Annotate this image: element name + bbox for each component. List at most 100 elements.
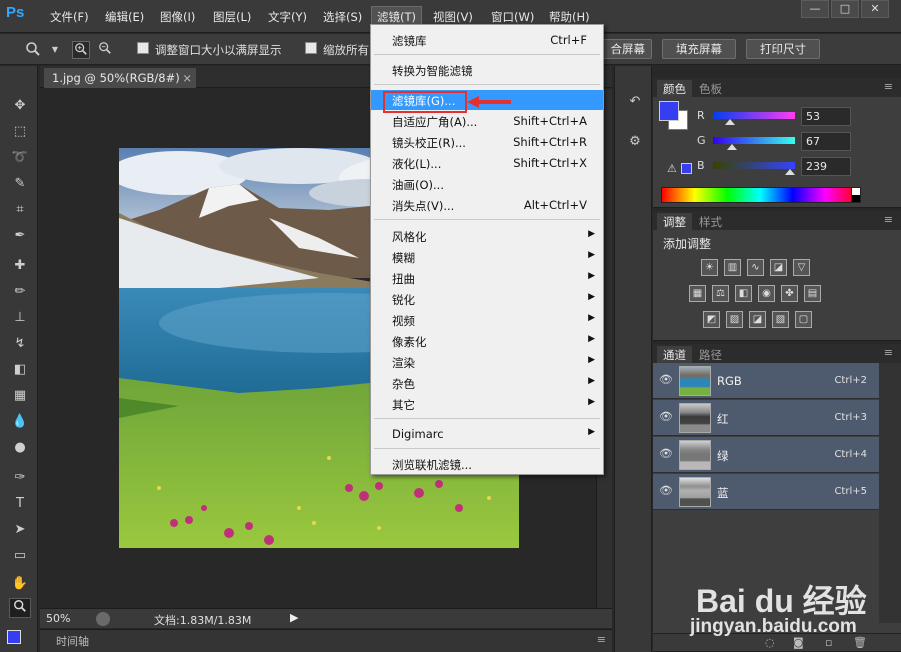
color-spectrum-bar[interactable]	[661, 187, 859, 203]
channel-row-blue[interactable]: 👁 蓝 Ctrl+5	[653, 474, 879, 510]
menu-select[interactable]: 选择(S)	[323, 9, 362, 25]
zoom-tool-selected-icon[interactable]	[9, 598, 31, 618]
gamut-warning-icon[interactable]: ⚠	[667, 162, 677, 175]
channel-mixer-icon[interactable]: ✤	[781, 285, 798, 302]
lasso-tool-icon[interactable]: ➰	[9, 148, 31, 168]
zoom-level[interactable]: 50%	[46, 612, 70, 625]
status-info-icon[interactable]	[96, 612, 110, 626]
pen-tool-icon[interactable]: ✑	[9, 468, 31, 488]
document-tab[interactable]: 1.jpg @ 50%(RGB/8#) ×	[44, 68, 196, 88]
color-lookup-icon[interactable]: ▤	[804, 285, 821, 302]
color-balance-icon[interactable]: ⚖	[712, 285, 729, 302]
filter-menu-item-browse-online[interactable]: 浏览联机滤镜...	[371, 454, 603, 474]
green-slider-thumb[interactable]	[727, 144, 737, 150]
filter-menu-item-sharpen[interactable]: 锐化 ▶	[371, 289, 603, 309]
minimize-button[interactable]: —	[801, 0, 829, 18]
filter-menu-item-distort[interactable]: 扭曲 ▶	[371, 268, 603, 288]
type-tool-icon[interactable]: T	[9, 494, 31, 514]
red-value-field[interactable]: 53	[801, 107, 851, 126]
menu-help[interactable]: 帮助(H)	[549, 9, 590, 25]
filter-menu-item-video[interactable]: 视频 ▶	[371, 310, 603, 330]
dodge-tool-icon[interactable]: ●	[9, 438, 31, 458]
tab-color[interactable]: 颜色	[657, 80, 692, 97]
hue-saturation-icon[interactable]: ▦	[689, 285, 706, 302]
healing-brush-tool-icon[interactable]: ✚	[9, 256, 31, 276]
filter-menu-item-vanishing-point[interactable]: 消失点(V)... Alt+Ctrl+V	[371, 195, 603, 215]
filter-menu-item-noise[interactable]: 杂色 ▶	[371, 373, 603, 393]
menu-view[interactable]: 视图(V)	[433, 9, 473, 25]
visibility-eye-icon[interactable]: 👁	[659, 447, 673, 461]
filter-menu-item-stylize[interactable]: 风格化 ▶	[371, 226, 603, 246]
green-value-field[interactable]: 67	[801, 132, 851, 151]
invert-icon[interactable]: ◩	[703, 311, 720, 328]
filter-menu-item-last-filter[interactable]: 滤镜库 Ctrl+F	[371, 30, 603, 50]
brightness-contrast-icon[interactable]: ☀	[701, 259, 718, 276]
move-tool-icon[interactable]: ✥	[9, 96, 31, 116]
tab-channels[interactable]: 通道	[657, 346, 692, 363]
print-size-button[interactable]: 打印尺寸	[746, 39, 820, 59]
menu-image[interactable]: 图像(I)	[160, 9, 195, 25]
filter-menu-item-digimarc[interactable]: Digimarc ▶	[371, 424, 603, 444]
channel-row-rgb[interactable]: 👁 RGB Ctrl+2	[653, 363, 879, 399]
menu-type[interactable]: 文字(Y)	[268, 9, 307, 25]
levels-icon[interactable]: ▥	[724, 259, 741, 276]
adjustments-panel-menu-icon[interactable]: ≡	[884, 213, 893, 226]
menu-file[interactable]: 文件(F)	[50, 9, 89, 25]
quick-selection-tool-icon[interactable]: ✎	[9, 174, 31, 194]
blue-slider-track[interactable]	[713, 162, 795, 169]
timeline-tab[interactable]: 时间轴	[56, 633, 89, 649]
clone-stamp-tool-icon[interactable]: ⊥	[9, 308, 31, 328]
filter-menu-item-liquify[interactable]: 液化(L)... Shift+Ctrl+X	[371, 153, 603, 173]
filter-menu-item-blur[interactable]: 模糊 ▶	[371, 247, 603, 267]
vibrance-icon[interactable]: ▽	[793, 259, 810, 276]
channels-panel-menu-icon[interactable]: ≡	[884, 346, 893, 359]
black-white-ramp[interactable]	[851, 187, 861, 203]
selective-color-icon[interactable]: ▢	[795, 311, 812, 328]
marquee-tool-icon[interactable]: ⬚	[9, 122, 31, 142]
posterize-icon[interactable]: ▨	[726, 311, 743, 328]
filter-menu-item-other[interactable]: 其它 ▶	[371, 394, 603, 414]
close-button[interactable]: ✕	[861, 0, 889, 18]
black-white-icon[interactable]: ◧	[735, 285, 752, 302]
close-tab-icon[interactable]: ×	[182, 71, 192, 85]
channel-row-green[interactable]: 👁 绿 Ctrl+4	[653, 437, 879, 473]
foreground-color-swatch[interactable]	[7, 630, 21, 644]
color-foreground-swatch[interactable]	[659, 101, 679, 121]
hand-tool-icon[interactable]: ✋	[9, 574, 31, 594]
menu-window[interactable]: 窗口(W)	[491, 9, 534, 25]
filter-menu-item-lens-correction[interactable]: 镜头校正(R)... Shift+Ctrl+R	[371, 132, 603, 152]
zoom-out-icon[interactable]	[96, 41, 114, 59]
filter-menu-item-adaptive-wide-angle[interactable]: 自适应广角(A)... Shift+Ctrl+A	[371, 111, 603, 131]
eraser-tool-icon[interactable]: ◧	[9, 360, 31, 380]
tab-paths[interactable]: 路径	[693, 346, 728, 363]
menu-layer[interactable]: 图层(L)	[213, 9, 251, 25]
tab-swatches[interactable]: 色板	[693, 80, 728, 97]
blue-slider-thumb[interactable]	[785, 169, 795, 175]
gradient-tool-icon[interactable]: ▦	[9, 386, 31, 406]
exposure-icon[interactable]: ◪	[770, 259, 787, 276]
red-slider-thumb[interactable]	[725, 119, 735, 125]
filter-menu-item-oil-paint[interactable]: 油画(O)...	[371, 174, 603, 194]
eyedropper-tool-icon[interactable]: ✒	[9, 226, 31, 246]
tool-preset-chevron-icon[interactable]: ▼	[46, 41, 64, 59]
tab-adjustments[interactable]: 调整	[657, 213, 692, 230]
visibility-eye-icon[interactable]: 👁	[659, 484, 673, 498]
visibility-eye-icon[interactable]: 👁	[659, 410, 673, 424]
filter-menu-item-pixelate[interactable]: 像素化 ▶	[371, 331, 603, 351]
brush-tool-icon[interactable]: ✏	[9, 282, 31, 302]
gradient-map-icon[interactable]: ▧	[772, 311, 789, 328]
web-safe-color-swatch[interactable]	[681, 163, 692, 174]
red-slider-track[interactable]	[713, 112, 795, 119]
shape-tool-icon[interactable]: ▭	[9, 546, 31, 566]
fill-screen-button[interactable]: 填充屏幕	[662, 39, 736, 59]
threshold-icon[interactable]: ◪	[749, 311, 766, 328]
filter-menu-item-convert-smart[interactable]: 转换为智能滤镜	[371, 60, 603, 80]
zoom-all-checkbox[interactable]	[305, 42, 317, 54]
zoom-in-icon[interactable]	[72, 41, 90, 59]
photo-filter-icon[interactable]: ◉	[758, 285, 775, 302]
crop-tool-icon[interactable]: ⌗	[9, 200, 31, 220]
green-slider-track[interactable]	[713, 137, 795, 144]
maximize-button[interactable]: □	[831, 0, 859, 18]
blue-value-field[interactable]: 239	[801, 157, 851, 176]
color-panel-menu-icon[interactable]: ≡	[884, 80, 893, 93]
